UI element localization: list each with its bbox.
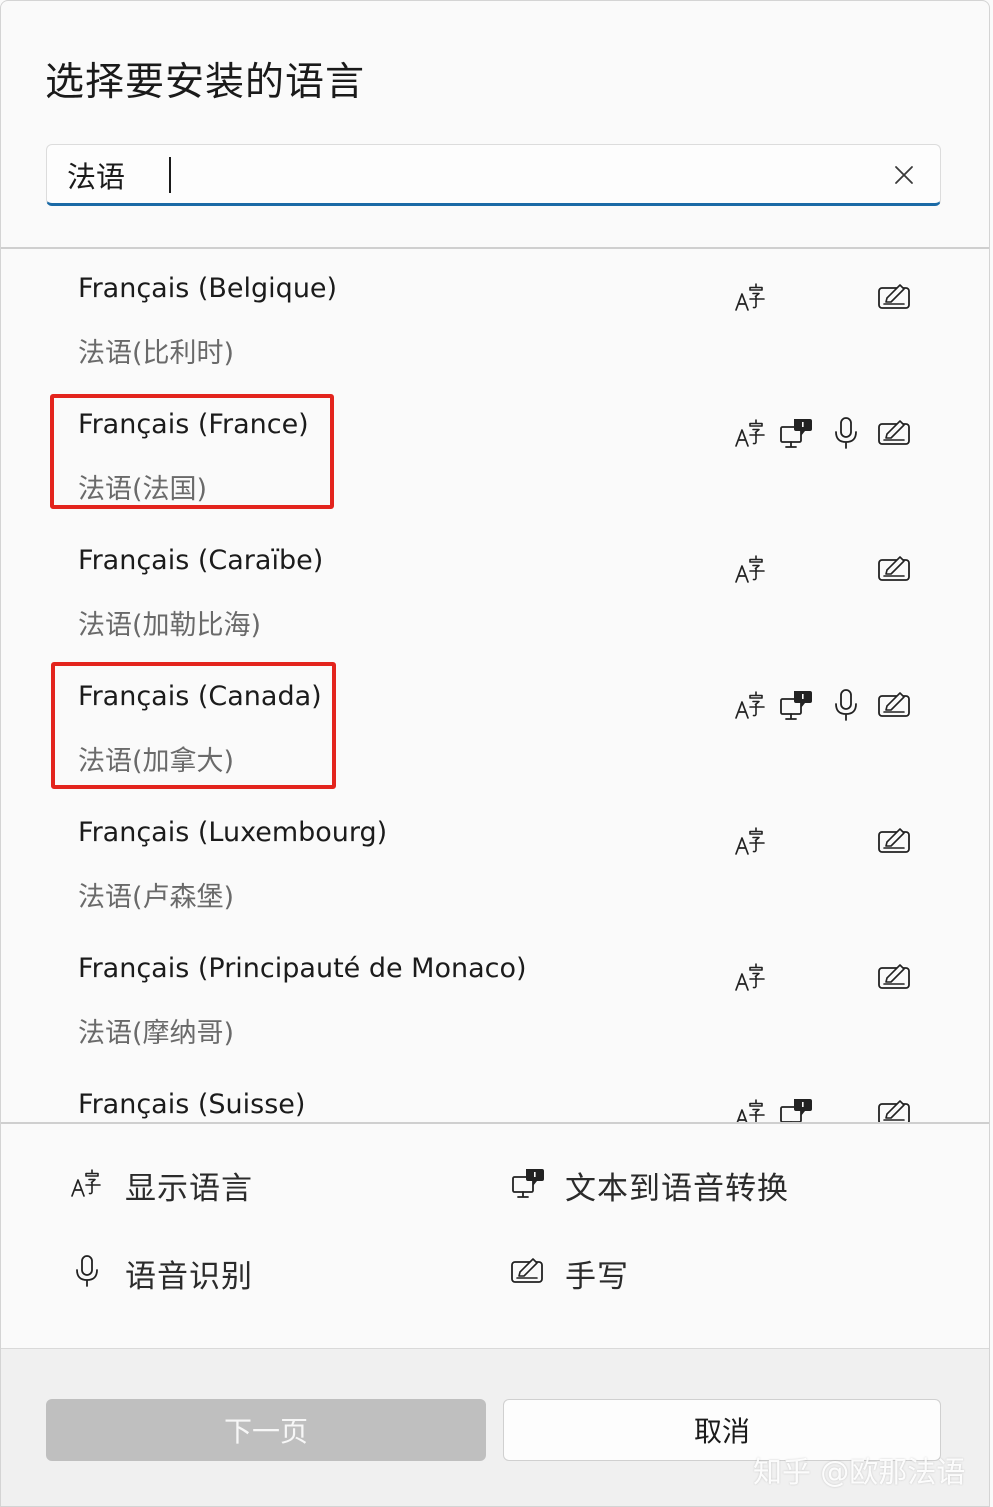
language-name: Français (Belgique) (78, 273, 338, 304)
language-localized-name: 法语(摩纳哥) (78, 1018, 235, 1049)
legend-label: 显示语言 (125, 1171, 253, 1207)
display-language-icon (69, 1165, 105, 1201)
text-to-speech-icon (777, 415, 813, 451)
language-localized-name: 法语(卢森堡) (78, 882, 235, 913)
highlight-box-canada (51, 662, 336, 789)
divider (1, 1122, 989, 1124)
language-name: Français (Suisse) (78, 1089, 306, 1120)
language-localized-name: 法语(加勒比海) (78, 610, 262, 641)
language-list[interactable]: Français (Belgique) 法语(比利时) Français (Fr… (1, 249, 990, 1122)
watermark: 知乎 @欧那法语 (753, 1455, 966, 1489)
text-to-speech-icon (777, 1095, 813, 1122)
clear-search-button[interactable] (888, 159, 920, 191)
display-language-icon (733, 1095, 769, 1122)
handwriting-icon (876, 959, 912, 995)
text-cursor (169, 157, 171, 193)
search-box[interactable] (46, 144, 941, 206)
language-localized-name: 法语(比利时) (78, 338, 235, 369)
handwriting-icon (876, 823, 912, 859)
handwriting-icon (876, 279, 912, 315)
language-item[interactable]: Français (Suisse) (1, 1065, 990, 1122)
close-icon (895, 166, 913, 184)
legend-label: 文本到语音转换 (565, 1171, 789, 1207)
display-language-icon (733, 279, 769, 315)
install-language-dialog: 选择要安装的语言 Français (Belgique) 法语(比利时) Fra… (0, 0, 990, 1507)
microphone-icon (828, 687, 864, 723)
microphone-icon (828, 415, 864, 451)
display-language-icon (733, 687, 769, 723)
language-name: Français (Principauté de Monaco) (78, 953, 527, 984)
display-language-icon (733, 551, 769, 587)
display-language-icon (733, 415, 769, 451)
language-item[interactable]: Français (Caraïbe) 法语(加勒比海) (1, 521, 990, 657)
language-item[interactable]: Français (Belgique) 法语(比利时) (1, 249, 990, 385)
language-item[interactable]: Français (Principauté de Monaco) 法语(摩纳哥) (1, 929, 990, 1065)
display-language-icon (733, 823, 769, 859)
search-input[interactable] (67, 155, 847, 195)
handwriting-icon (876, 551, 912, 587)
handwriting-icon (509, 1253, 545, 1289)
language-item[interactable]: Français (Luxembourg) 法语(卢森堡) (1, 793, 990, 929)
handwriting-icon (876, 1095, 912, 1122)
language-name: Français (Luxembourg) (78, 817, 388, 848)
handwriting-icon (876, 687, 912, 723)
display-language-icon (733, 959, 769, 995)
language-name: Français (Caraïbe) (78, 545, 324, 576)
microphone-icon (69, 1253, 105, 1289)
text-to-speech-icon (509, 1165, 545, 1201)
handwriting-icon (876, 415, 912, 451)
text-to-speech-icon (777, 687, 813, 723)
legend-label: 手写 (565, 1259, 629, 1295)
legend-label: 语音识别 (125, 1259, 253, 1295)
highlight-box-france (50, 394, 334, 509)
dialog-title: 选择要安装的语言 (45, 60, 366, 105)
next-button[interactable]: 下一页 (46, 1399, 486, 1461)
